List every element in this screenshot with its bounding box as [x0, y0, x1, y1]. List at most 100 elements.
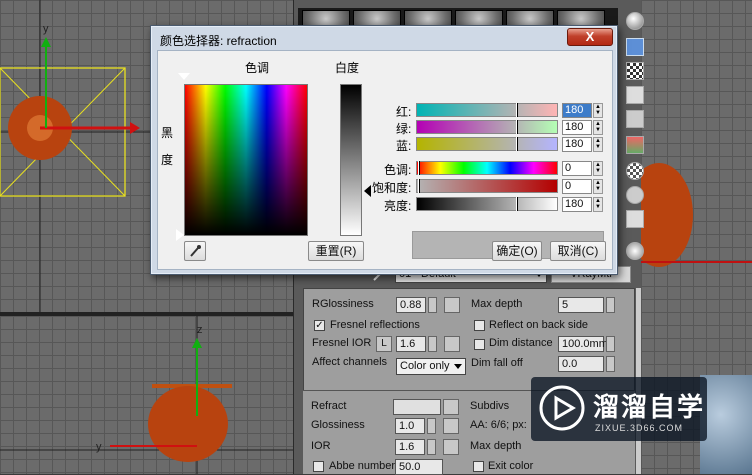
value-spinner[interactable]: ▲ ▼ — [593, 197, 603, 212]
glossiness-input[interactable]: 1.0 — [395, 418, 425, 434]
dim-distance-label: Dim distance — [489, 337, 553, 349]
green-slider-thumb[interactable] — [516, 120, 518, 134]
abbe-checkbox[interactable] — [313, 461, 324, 472]
value-slider[interactable] — [416, 197, 558, 211]
hue-input[interactable]: 0 — [562, 161, 592, 176]
blue-slider-thumb[interactable] — [516, 137, 518, 151]
fresnel-label: Fresnel reflections — [330, 319, 420, 331]
close-button[interactable]: X — [567, 28, 613, 46]
make-preview-icon[interactable] — [626, 136, 644, 154]
select-by-material-icon[interactable] — [626, 186, 644, 204]
glossiness-map-button[interactable] — [443, 418, 459, 434]
value-slider-thumb[interactable] — [516, 197, 518, 211]
reflect-back-checkbox[interactable] — [474, 320, 485, 331]
rglossiness-map-button[interactable] — [444, 297, 460, 313]
dialog-body: 色调 白度 黑 度 重置(R) 红: 180 ▲▼ 绿: 180 ▲▼ 蓝: — [157, 50, 613, 270]
exit-color-checkbox[interactable] — [473, 461, 484, 472]
aa-label: AA: 6/6; px: — [470, 419, 527, 431]
ior-spinner[interactable] — [427, 439, 436, 455]
rglossiness-spinner[interactable] — [428, 297, 437, 313]
red-label: 红: — [396, 105, 412, 119]
saturation-slider[interactable] — [416, 179, 558, 193]
whiteness-marker-icon — [364, 185, 371, 197]
refract-color-swatch[interactable] — [393, 399, 441, 415]
red-slider-thumb[interactable] — [516, 103, 518, 117]
glossiness-label: Glossiness — [311, 419, 365, 431]
close-icon: X — [585, 29, 595, 44]
uv-tiling-icon[interactable] — [626, 86, 644, 104]
ok-button[interactable]: 确定(O) — [492, 241, 542, 261]
rglossiness-label: RGlossiness — [312, 298, 374, 310]
background-icon[interactable] — [626, 62, 644, 80]
cancel-button[interactable]: 取消(C) — [550, 241, 606, 261]
fresnel-ior-lock-button[interactable]: L — [376, 336, 392, 352]
whiteness-label: 白度 — [335, 61, 360, 75]
axis-y-label: y — [43, 23, 49, 35]
max-depth-input[interactable]: 5 — [558, 297, 604, 313]
max-depth2-label: Max depth — [470, 440, 522, 452]
eyedropper-button[interactable] — [184, 241, 206, 261]
dim-falloff-spinner[interactable] — [606, 356, 615, 372]
saturation-input[interactable]: 0 — [562, 179, 592, 194]
eyedropper-tool-icon[interactable] — [626, 242, 644, 260]
fresnel-checkbox[interactable]: ✓ — [314, 320, 325, 331]
saturation-slider-thumb[interactable] — [418, 179, 420, 193]
saturation-spinner[interactable]: ▲ ▼ — [593, 179, 603, 194]
affect-channels-select[interactable]: Color only — [396, 358, 466, 375]
reset-button[interactable]: 重置(R) — [308, 241, 364, 261]
fresnel-ior-input[interactable]: 1.6 — [396, 336, 426, 352]
watermark-url: ZIXUE.3D66.COM — [595, 423, 684, 433]
axis-y-label-2: y — [96, 441, 102, 453]
hue-slider-thumb[interactable] — [418, 161, 420, 175]
material-navigator-icon[interactable] — [626, 210, 644, 228]
ior-label: IOR — [311, 440, 331, 452]
rglossiness-input[interactable]: 0.88 — [396, 297, 426, 313]
subdivs-label: Subdivs — [470, 400, 510, 412]
play-logo-icon — [539, 385, 585, 431]
max-depth-spinner[interactable] — [606, 297, 615, 313]
hue-spinner[interactable]: ▲ ▼ — [593, 161, 603, 176]
value-input[interactable]: 180 — [562, 197, 592, 212]
dim-distance-input[interactable]: 100.0mm — [558, 336, 608, 352]
glossiness-spinner[interactable] — [427, 418, 436, 434]
color-picker-dialog: 颜色选择器: refraction X 色调 白度 黑 度 重置(R) 红: 1… — [150, 25, 618, 275]
fresnel-ior-spinner[interactable] — [428, 336, 437, 352]
refract-map-button[interactable] — [443, 399, 459, 415]
blackness-label: 黑 — [161, 126, 174, 140]
dim-falloff-input[interactable]: 0.0 — [558, 356, 604, 372]
sample-type-icon[interactable] — [626, 12, 644, 30]
red-input[interactable]: 180 — [562, 103, 592, 118]
green-input[interactable]: 180 — [562, 120, 592, 135]
ior-input[interactable]: 1.6 — [395, 439, 425, 455]
video-color-icon[interactable] — [626, 110, 644, 128]
hue-blackness-gradient[interactable] — [184, 84, 308, 236]
material-tools — [622, 8, 648, 260]
blackness-label-2: 度 — [161, 153, 174, 167]
ior-map-button[interactable] — [443, 439, 459, 455]
hue-marker-icon — [178, 73, 190, 80]
backlight-icon[interactable] — [626, 38, 644, 56]
fresnel-ior-map-button[interactable] — [444, 336, 460, 352]
red-spinner[interactable]: ▲ ▼ — [593, 103, 603, 118]
hue-value-label: 色调: — [384, 163, 412, 177]
options-icon[interactable] — [626, 162, 644, 180]
abbe-label: Abbe number — [329, 460, 396, 472]
reflect-back-label: Reflect on back side — [489, 319, 589, 331]
dim-distance-spinner[interactable] — [606, 336, 615, 352]
red-slider[interactable] — [416, 103, 558, 117]
blue-spinner[interactable]: ▲ ▼ — [593, 137, 603, 152]
blue-input[interactable]: 180 — [562, 137, 592, 152]
watermark-brand: 溜溜自学 — [593, 393, 706, 423]
exit-color-label: Exit color — [488, 460, 534, 472]
chevron-down-icon — [454, 364, 462, 369]
axis-z-label: z — [197, 324, 203, 336]
saturation-label: 饱和度: — [372, 181, 412, 195]
green-spinner[interactable]: ▲ ▼ — [593, 120, 603, 135]
whiteness-bar[interactable] — [340, 84, 362, 236]
hue-slider[interactable] — [416, 161, 558, 175]
dim-distance-checkbox[interactable] — [474, 339, 485, 350]
abbe-input[interactable]: 50.0 — [395, 459, 443, 475]
blue-slider[interactable] — [416, 137, 558, 151]
affect-channels-label: Affect channels — [312, 356, 388, 368]
green-slider[interactable] — [416, 120, 558, 134]
